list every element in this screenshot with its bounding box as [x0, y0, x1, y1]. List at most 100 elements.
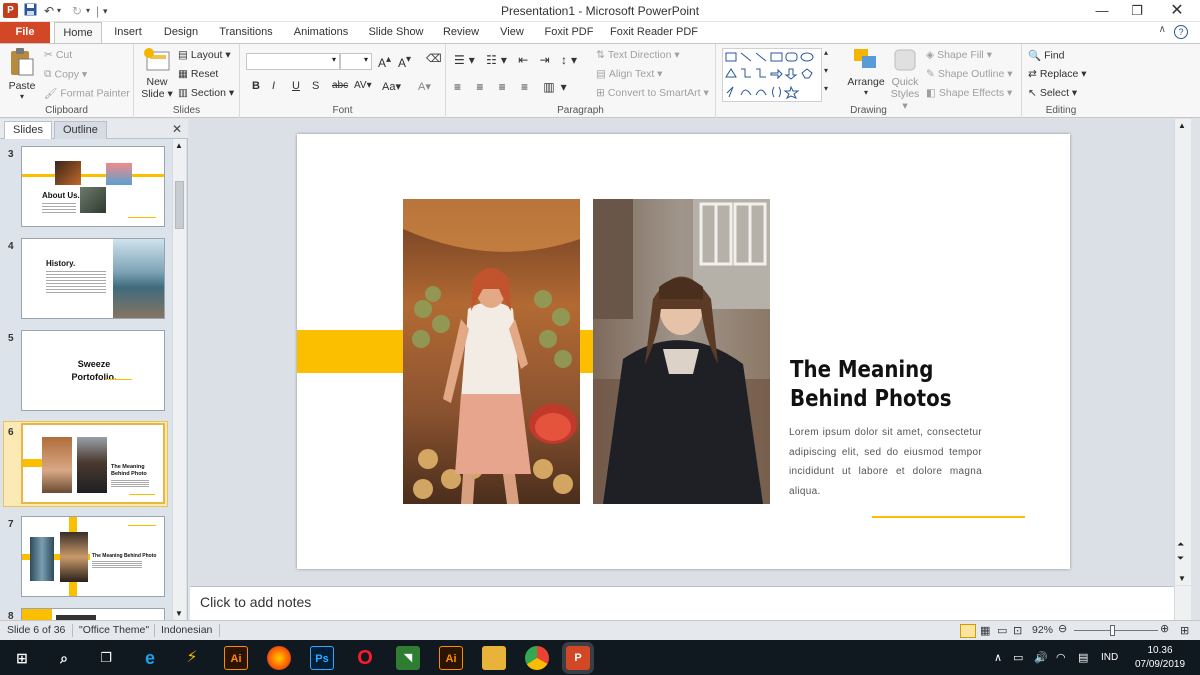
redo-icon[interactable]: ↻: [72, 3, 82, 19]
clock-time[interactable]: 10.36: [1134, 645, 1186, 656]
slide-thumbnail-5[interactable]: Sweeze Portofolio.: [21, 330, 165, 411]
search-icon[interactable]: ⌕: [52, 646, 76, 670]
bold-button[interactable]: B: [252, 80, 260, 92]
slide-sorter-icon[interactable]: ▦: [980, 624, 990, 637]
volume-icon[interactable]: 🔊: [1034, 651, 1048, 664]
next-slide-icon[interactable]: ⏷: [1177, 553, 1184, 564]
battery-icon[interactable]: ▭: [1013, 651, 1023, 664]
show-hidden-icons[interactable]: ∧: [994, 651, 1002, 664]
slide-thumbnail-7[interactable]: The Meaning Behind Photo: [21, 516, 165, 597]
convert-smartart-button[interactable]: ⊞ Convert to SmartArt ▾: [596, 87, 709, 99]
reading-view-icon[interactable]: ▭: [997, 624, 1007, 637]
firefox-icon[interactable]: [267, 646, 291, 670]
previous-slide-icon[interactable]: ⏶: [1177, 539, 1184, 550]
undo-dropdown-icon[interactable]: ▾: [57, 3, 61, 19]
normal-view-icon[interactable]: [960, 624, 976, 638]
zoom-out-icon[interactable]: ⊖: [1058, 622, 1067, 635]
clear-formatting-icon[interactable]: ⌫: [426, 52, 442, 65]
tab-animations[interactable]: Animations: [286, 22, 356, 43]
powerpoint-logo-icon[interactable]: P: [3, 3, 18, 18]
zoom-level[interactable]: 92%: [1032, 624, 1053, 636]
shrink-font-icon[interactable]: A▾: [398, 54, 411, 70]
reset-button[interactable]: ▦ Reset: [178, 68, 218, 80]
font-size-input[interactable]: ▾: [340, 53, 372, 70]
shapes-scroll-up[interactable]: ▴: [824, 48, 828, 57]
close-pane-icon[interactable]: ✕: [172, 122, 182, 136]
language-indicator[interactable]: Indonesian: [161, 624, 212, 636]
format-painter-button[interactable]: 🖌 Format Painter: [44, 87, 130, 100]
theme-name[interactable]: "Office Theme": [79, 624, 149, 636]
slide-thumbnail-4[interactable]: History.: [21, 238, 165, 319]
tab-slide-show[interactable]: Slide Show: [362, 22, 430, 43]
paste-button[interactable]: Paste ▾: [5, 47, 39, 101]
clock-date[interactable]: 07/09/2019: [1130, 659, 1190, 670]
list-buttons[interactable]: ☰▾ ☷▾ ⇤ ⇥ ↕▾: [454, 53, 581, 67]
font-name-input[interactable]: ▾: [246, 53, 340, 70]
grow-font-icon[interactable]: A▴: [378, 54, 391, 70]
scroll-up-icon[interactable]: ▲: [1178, 121, 1186, 130]
tab-foxit-reader-pdf[interactable]: Foxit Reader PDF: [606, 22, 702, 43]
editor-scrollbar[interactable]: ▲ ⏶ ⏷ ▼: [1174, 119, 1191, 585]
powerpoint-icon[interactable]: P: [566, 646, 590, 670]
copy-button[interactable]: ⧉ Copy ▾: [44, 68, 87, 81]
photo-woman-coat[interactable]: [593, 199, 770, 504]
tab-outline[interactable]: Outline: [54, 121, 107, 139]
section-button[interactable]: ▥ Section ▾: [178, 87, 234, 99]
slide-show-icon[interactable]: ⊡: [1013, 624, 1022, 637]
shadow-button[interactable]: S: [312, 80, 319, 92]
quick-styles-button[interactable]: Quick Styles ▾: [888, 47, 922, 112]
shapes-more[interactable]: ▾: [824, 84, 828, 93]
wifi-icon[interactable]: ◠: [1056, 651, 1066, 664]
slide-body-text[interactable]: Lorem ipsum dolor sit amet, consectetur …: [789, 423, 982, 501]
arrange-button[interactable]: Arrange ▾: [844, 47, 888, 97]
notification-icon[interactable]: ▤: [1078, 651, 1088, 664]
slide-heading[interactable]: The Meaning Behind Photos: [790, 356, 951, 414]
slide-canvas[interactable]: The Meaning Behind Photos Lorem ipsum do…: [297, 134, 1070, 569]
font-color-button[interactable]: A▾: [418, 80, 431, 93]
tab-design[interactable]: Design: [156, 22, 206, 43]
tab-transitions[interactable]: Transitions: [212, 22, 280, 43]
scroll-up-icon[interactable]: ▲: [175, 141, 183, 150]
align-buttons[interactable]: ≡ ≡ ≡ ≡ ▥▾: [454, 80, 573, 94]
task-view-icon[interactable]: ❐: [94, 646, 118, 670]
tab-view[interactable]: View: [492, 22, 532, 43]
notes-placeholder[interactable]: Click to add notes: [200, 594, 311, 610]
slide-thumbnail-8[interactable]: [21, 608, 165, 620]
strikethrough-button[interactable]: abc: [332, 80, 348, 91]
italic-button[interactable]: I: [272, 80, 275, 92]
tab-home[interactable]: Home: [54, 22, 102, 43]
windows-start-icon[interactable]: ⊞: [10, 646, 34, 670]
slide-thumbnail-6[interactable]: The Meaning Behind Photo: [21, 423, 165, 504]
slides-scroll-thumb[interactable]: [175, 181, 184, 229]
close-button[interactable]: ✕: [1160, 0, 1194, 22]
new-slide-button[interactable]: New Slide ▾: [138, 47, 176, 100]
photo-market-woman[interactable]: [403, 199, 580, 504]
minimize-button[interactable]: —: [1085, 0, 1119, 22]
tab-slides[interactable]: Slides: [4, 121, 52, 139]
slides-pane-scrollbar[interactable]: ▲ ▼: [172, 139, 186, 620]
shapes-scroll-down[interactable]: ▾: [824, 66, 828, 75]
replace-button[interactable]: ⇄ Replace ▾: [1028, 68, 1087, 80]
opera-icon[interactable]: O: [353, 646, 377, 670]
select-button[interactable]: ↖ Select ▾: [1028, 87, 1077, 99]
tab-review[interactable]: Review: [436, 22, 486, 43]
shape-effects-button[interactable]: ◧ Shape Effects ▾: [926, 87, 1012, 99]
customize-qat-icon[interactable]: ▾: [103, 3, 108, 19]
shape-fill-button[interactable]: ◈ Shape Fill ▾: [926, 49, 992, 61]
scroll-down-icon[interactable]: ▼: [175, 609, 183, 618]
app-icon[interactable]: ◥: [396, 646, 420, 670]
illustrator-icon[interactable]: Ai: [439, 646, 463, 670]
fit-to-window-icon[interactable]: ⊞: [1180, 624, 1189, 637]
change-case-button[interactable]: Aa▾: [382, 80, 401, 93]
tab-insert[interactable]: Insert: [106, 22, 150, 43]
slide-thumbnail-3[interactable]: About Us.: [21, 146, 165, 227]
zoom-slider-thumb[interactable]: [1110, 625, 1115, 636]
align-text-button[interactable]: ▤ Align Text ▾: [596, 68, 662, 80]
underline-button[interactable]: U: [292, 80, 300, 92]
shapes-gallery[interactable]: [722, 48, 822, 102]
layout-button[interactable]: ▤ Layout ▾: [178, 49, 231, 61]
minimize-ribbon-icon[interactable]: ∧: [1159, 24, 1166, 35]
tab-file[interactable]: File: [0, 22, 50, 43]
zoom-in-icon[interactable]: ⊕: [1160, 622, 1169, 635]
input-language[interactable]: IND: [1101, 652, 1118, 663]
